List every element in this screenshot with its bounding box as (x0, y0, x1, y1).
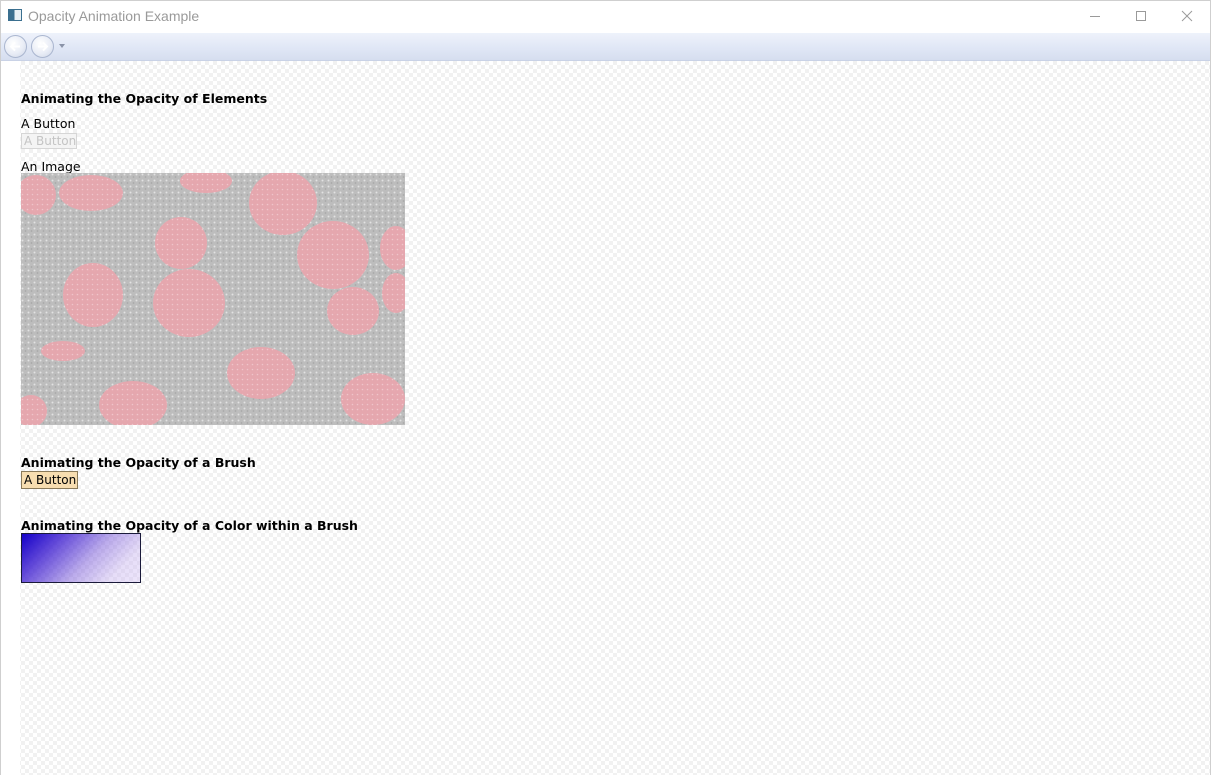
back-button[interactable] (4, 35, 27, 58)
forward-arrow-icon (38, 41, 49, 52)
content-margin (1, 61, 20, 775)
title-bar[interactable]: Opacity Animation Example (1, 1, 1210, 33)
page-content: Animating the Opacity of Elements A Butt… (1, 61, 1210, 775)
section-heading-element-opacity: Animating the Opacity of Elements (21, 91, 268, 106)
button-caption: A Button (21, 116, 76, 131)
history-dropdown[interactable] (57, 41, 67, 51)
gradient-rectangle (21, 533, 141, 583)
maximize-button[interactable] (1118, 1, 1164, 31)
back-arrow-icon (9, 41, 20, 52)
app-window-icon (8, 9, 22, 21)
chevron-down-icon (59, 44, 65, 48)
image-caption: An Image (21, 159, 81, 174)
app-window: Opacity Animation Example Animating the … (0, 0, 1211, 775)
brush-opacity-button[interactable]: A Button (21, 471, 78, 489)
section-heading-color-opacity: Animating the Opacity of a Color within … (21, 518, 358, 533)
minimize-button[interactable] (1072, 1, 1118, 31)
close-icon (1181, 10, 1193, 22)
minimize-icon (1090, 16, 1100, 17)
window-title: Opacity Animation Example (28, 8, 200, 24)
faded-button[interactable]: A Button (21, 133, 77, 149)
close-button[interactable] (1164, 1, 1210, 31)
navigation-bar (1, 33, 1210, 61)
section-heading-brush-opacity: Animating the Opacity of a Brush (21, 455, 256, 470)
maximize-icon (1136, 11, 1146, 21)
faded-berries-image (21, 173, 405, 425)
forward-button[interactable] (31, 35, 54, 58)
berries-image-graphic (21, 173, 405, 425)
